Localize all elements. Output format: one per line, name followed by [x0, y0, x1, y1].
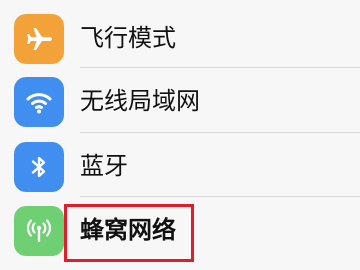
highlight-box: [64, 204, 194, 262]
airplane-icon: [14, 14, 64, 64]
bluetooth-label: 蓝牙: [80, 152, 128, 180]
settings-row-bluetooth[interactable]: 蓝牙: [0, 134, 360, 200]
airplane-mode-label: 飞行模式: [80, 24, 176, 52]
divider: [80, 67, 360, 68]
cellular-icon: [14, 206, 64, 256]
divider: [80, 196, 360, 197]
settings-row-airplane-mode[interactable]: 飞行模式: [0, 6, 360, 72]
settings-row-wlan[interactable]: 无线局域网: [0, 69, 360, 135]
wifi-icon: [14, 77, 64, 127]
divider: [80, 132, 360, 133]
settings-list: 飞行模式 无线局域网 蓝牙 蜂窝网络: [0, 0, 360, 270]
bluetooth-icon: [14, 142, 64, 192]
wlan-label: 无线局域网: [80, 87, 200, 115]
